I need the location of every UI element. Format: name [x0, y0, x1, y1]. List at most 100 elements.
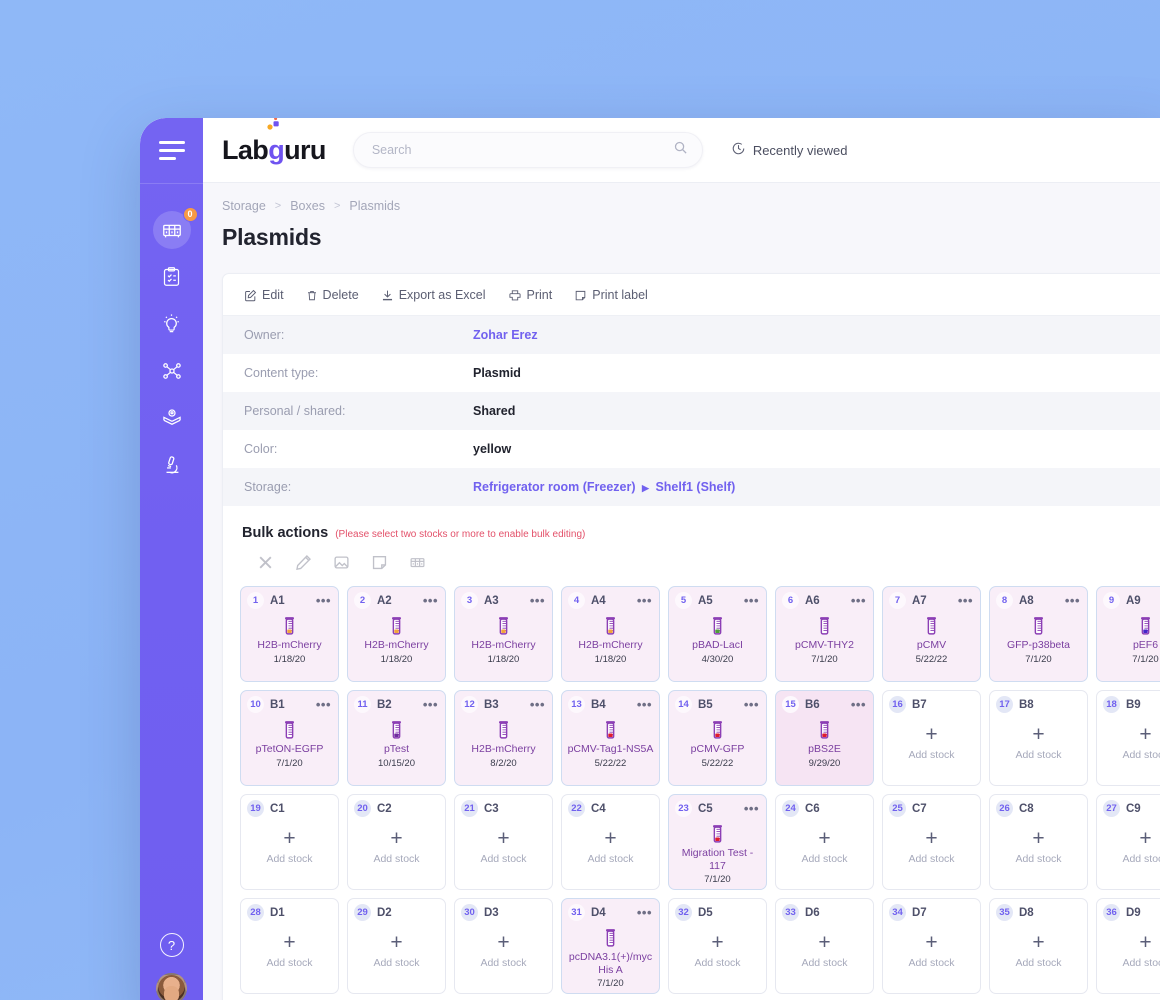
box-cell-d1[interactable]: 28 D1 + Add stock	[240, 898, 339, 994]
detail-value-owner[interactable]: Zohar Erez	[463, 316, 538, 354]
plus-icon[interactable]: +	[497, 932, 509, 953]
box-cell-b1[interactable]: 10 B1 ••• pTetON-EGFP 7/1/20	[240, 690, 339, 786]
box-cell-b3[interactable]: 12 B3 ••• H2B-mCherry 8/2/20	[454, 690, 553, 786]
box-cell-d9[interactable]: 36 D9 + Add stock	[1096, 898, 1160, 994]
box-cell-d3[interactable]: 30 D3 + Add stock	[454, 898, 553, 994]
plus-icon[interactable]: +	[283, 828, 295, 849]
storage-path-child[interactable]: Shelf1 (Shelf)	[655, 480, 735, 494]
box-cell-d4[interactable]: 31 D4 ••• pcDNA3.1(+)/myc His A 7/1/20	[561, 898, 660, 994]
box-cell-d6[interactable]: 33 D6 + Add stock	[775, 898, 874, 994]
plus-icon[interactable]: +	[818, 828, 830, 849]
brand-logo[interactable]: Labg uru	[222, 118, 326, 166]
box-cell-b4[interactable]: 13 B4 ••• pCMV-Tag1-NS5A 5/22/22	[561, 690, 660, 786]
breadcrumb-item-storage[interactable]: Storage	[222, 199, 266, 213]
box-cell-c9[interactable]: 27 C9 + Add stock	[1096, 794, 1160, 890]
edit-pencil-icon[interactable]	[295, 554, 312, 576]
plus-icon[interactable]: +	[1032, 828, 1044, 849]
box-cell-a7[interactable]: 7 A7 ••• pCMV 5/22/22	[882, 586, 981, 682]
box-cell-d8[interactable]: 35 D8 + Add stock	[989, 898, 1088, 994]
avatar[interactable]	[156, 973, 187, 1000]
box-cell-b8[interactable]: 17 B8 + Add stock	[989, 690, 1088, 786]
box-cell-a4[interactable]: 4 A4 ••• H2B-mCherry 1/18/20	[561, 586, 660, 682]
box-cell-b7[interactable]: 16 B7 + Add stock	[882, 690, 981, 786]
box-cell-c5[interactable]: 23 C5 ••• Migration Test - 117 7/1/20	[668, 794, 767, 890]
box-cell-a9[interactable]: 9A9•••pEF67/1/20	[1096, 586, 1160, 682]
search-box[interactable]	[352, 132, 703, 168]
plus-icon[interactable]: +	[604, 828, 616, 849]
box-grid-icon[interactable]	[409, 554, 426, 576]
export-excel-button[interactable]: Export as Excel	[381, 288, 486, 302]
sidebar-item-knowledge[interactable]	[140, 300, 203, 347]
box-cell-c2[interactable]: 20 C2 + Add stock	[347, 794, 446, 890]
plus-icon[interactable]: +	[1139, 828, 1151, 849]
search-input[interactable]	[371, 143, 673, 157]
plus-icon[interactable]: +	[1139, 724, 1151, 745]
box-cell-a2[interactable]: 2 A2 ••• H2B-mCherry 1/18/20	[347, 586, 446, 682]
box-cell-b6[interactable]: 15 B6 ••• pBS2E 9/29/20	[775, 690, 874, 786]
box-cell-c8[interactable]: 26 C8 + Add stock	[989, 794, 1088, 890]
breadcrumb-item-boxes[interactable]: Boxes	[290, 199, 325, 213]
box-cell-a3[interactable]: 3 A3 ••• H2B-mCherry 1/18/20	[454, 586, 553, 682]
box-cell-a5[interactable]: 5 A5 ••• pBAD-LacI 4/30/20	[668, 586, 767, 682]
box-cell-b9[interactable]: 18 B9 + Add stock	[1096, 690, 1160, 786]
box-cell-menu-icon[interactable]: •••	[851, 594, 866, 607]
image-icon[interactable]	[333, 554, 350, 576]
breadcrumb-item-plasmids[interactable]: Plasmids	[349, 199, 400, 213]
plus-icon[interactable]: +	[1139, 932, 1151, 953]
sidebar-item-projects[interactable]	[140, 347, 203, 394]
box-cell-menu-icon[interactable]: •••	[530, 594, 545, 607]
move-icon[interactable]	[257, 554, 274, 576]
plus-icon[interactable]: +	[283, 932, 295, 953]
box-cell-menu-icon[interactable]: •••	[637, 698, 652, 711]
box-cell-menu-icon[interactable]: •••	[958, 594, 973, 607]
box-cell-menu-icon[interactable]: •••	[851, 698, 866, 711]
question-mark-icon[interactable]: ?	[159, 933, 184, 957]
plus-icon[interactable]: +	[925, 932, 937, 953]
hamburger-menu-button[interactable]	[140, 118, 203, 183]
box-cell-d2[interactable]: 29 D2 + Add stock	[347, 898, 446, 994]
box-cell-menu-icon[interactable]: •••	[1065, 594, 1080, 607]
plus-icon[interactable]: +	[1032, 724, 1044, 745]
note-icon[interactable]	[371, 554, 388, 576]
plus-icon[interactable]: +	[925, 724, 937, 745]
plus-icon[interactable]: +	[1032, 932, 1044, 953]
box-cell-menu-icon[interactable]: •••	[744, 698, 759, 711]
plus-icon[interactable]: +	[390, 932, 402, 953]
box-cell-c7[interactable]: 25 C7 + Add stock	[882, 794, 981, 890]
search-icon[interactable]	[673, 140, 688, 160]
box-cell-menu-icon[interactable]: •••	[637, 594, 652, 607]
box-cell-c4[interactable]: 22 C4 + Add stock	[561, 794, 660, 890]
box-cell-menu-icon[interactable]: •••	[423, 698, 438, 711]
print-button[interactable]: Print	[508, 288, 552, 302]
delete-button[interactable]: Delete	[306, 288, 359, 302]
plus-icon[interactable]: +	[925, 828, 937, 849]
sidebar-item-notebook[interactable]	[140, 253, 203, 300]
print-label-button[interactable]: Print label	[574, 288, 648, 302]
box-cell-menu-icon[interactable]: •••	[316, 594, 331, 607]
box-cell-c1[interactable]: 19 C1 + Add stock	[240, 794, 339, 890]
plus-icon[interactable]: +	[711, 932, 723, 953]
box-cell-menu-icon[interactable]: •••	[744, 594, 759, 607]
box-cell-c6[interactable]: 24 C6 + Add stock	[775, 794, 874, 890]
sidebar-item-storage[interactable]: 0	[140, 206, 203, 253]
box-cell-a8[interactable]: 8 A8 ••• GFP-p38beta 7/1/20	[989, 586, 1088, 682]
plus-icon[interactable]: +	[497, 828, 509, 849]
sidebar-item-inventory[interactable]	[140, 394, 203, 441]
plus-icon[interactable]: +	[818, 932, 830, 953]
box-cell-a1[interactable]: 1 A1 ••• H2B-mCherry 1/18/20	[240, 586, 339, 682]
box-cell-b2[interactable]: 11 B2 ••• pTest 10/15/20	[347, 690, 446, 786]
box-cell-menu-icon[interactable]: •••	[744, 802, 759, 815]
box-cell-menu-icon[interactable]: •••	[530, 698, 545, 711]
box-cell-menu-icon[interactable]: •••	[316, 698, 331, 711]
storage-path-parent[interactable]: Refrigerator room (Freezer)	[473, 480, 636, 494]
recently-viewed-button[interactable]: Recently viewed	[731, 141, 847, 159]
sidebar-item-equipment[interactable]	[140, 441, 203, 488]
box-cell-menu-icon[interactable]: •••	[637, 906, 652, 919]
box-cell-b5[interactable]: 14 B5 ••• pCMV-GFP 5/22/22	[668, 690, 767, 786]
edit-button[interactable]: Edit	[244, 288, 284, 302]
box-cell-menu-icon[interactable]: •••	[423, 594, 438, 607]
box-cell-c3[interactable]: 21 C3 + Add stock	[454, 794, 553, 890]
box-cell-d5[interactable]: 32 D5 + Add stock	[668, 898, 767, 994]
box-cell-d7[interactable]: 34 D7 + Add stock	[882, 898, 981, 994]
box-cell-a6[interactable]: 6 A6 ••• pCMV-THY2 7/1/20	[775, 586, 874, 682]
